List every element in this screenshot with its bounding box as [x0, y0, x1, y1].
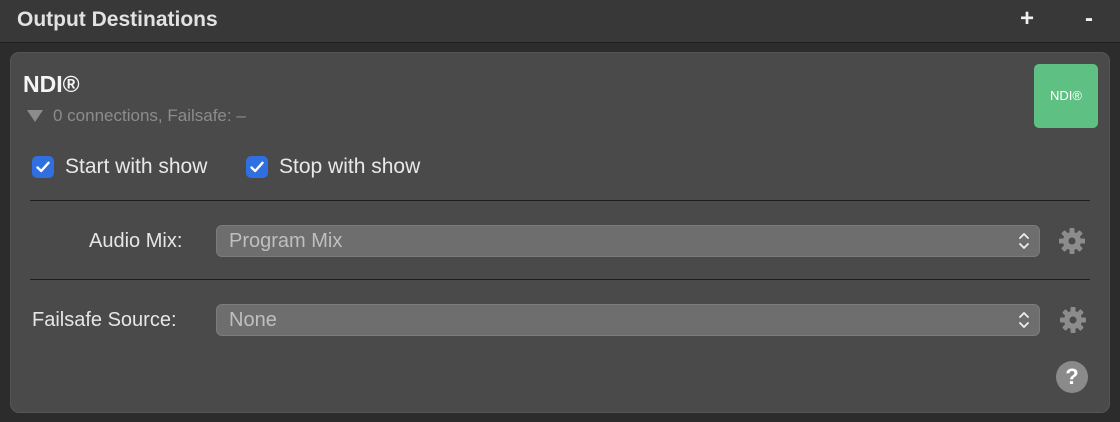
destination-title: NDI®	[23, 71, 80, 97]
failsafe-source-label: Failsafe Source:	[32, 309, 177, 331]
audio-mix-value: Program Mix	[229, 230, 343, 252]
ndi-badge: NDI®	[1034, 64, 1098, 128]
checkmark-icon	[246, 156, 268, 178]
help-button[interactable]: ?	[1056, 361, 1088, 393]
status-disclosure[interactable]: 0 connections, Failsafe: –	[27, 106, 246, 126]
checkmark-icon	[32, 156, 54, 178]
add-destination-button[interactable]: +	[1014, 4, 1040, 34]
chevron-updown-icon	[1018, 310, 1030, 335]
stop-with-show-label: Stop with show	[279, 155, 421, 178]
gear-icon[interactable]	[1057, 226, 1087, 256]
start-with-show-label: Start with show	[65, 155, 208, 178]
remove-destination-button[interactable]: -	[1076, 4, 1102, 34]
status-text: 0 connections, Failsafe: –	[53, 106, 246, 125]
stop-with-show-checkbox[interactable]: Stop with show	[246, 155, 420, 179]
divider	[30, 200, 1090, 201]
panel-title: Output Destinations	[17, 8, 218, 31]
audio-mix-select[interactable]: Program Mix	[216, 225, 1040, 257]
failsafe-source-value: None	[229, 309, 277, 331]
failsafe-source-select[interactable]: None	[216, 304, 1040, 336]
gear-icon[interactable]	[1058, 305, 1088, 335]
destination-card: NDI® 0 connections, Failsafe: – NDI® Sta…	[10, 52, 1110, 413]
chevron-updown-icon	[1018, 231, 1030, 256]
divider	[30, 279, 1090, 280]
panel-header: Output Destinations + -	[0, 0, 1120, 43]
triangle-down-icon	[27, 110, 43, 122]
start-with-show-checkbox[interactable]: Start with show	[32, 155, 207, 179]
audio-mix-label: Audio Mix:	[89, 230, 183, 252]
